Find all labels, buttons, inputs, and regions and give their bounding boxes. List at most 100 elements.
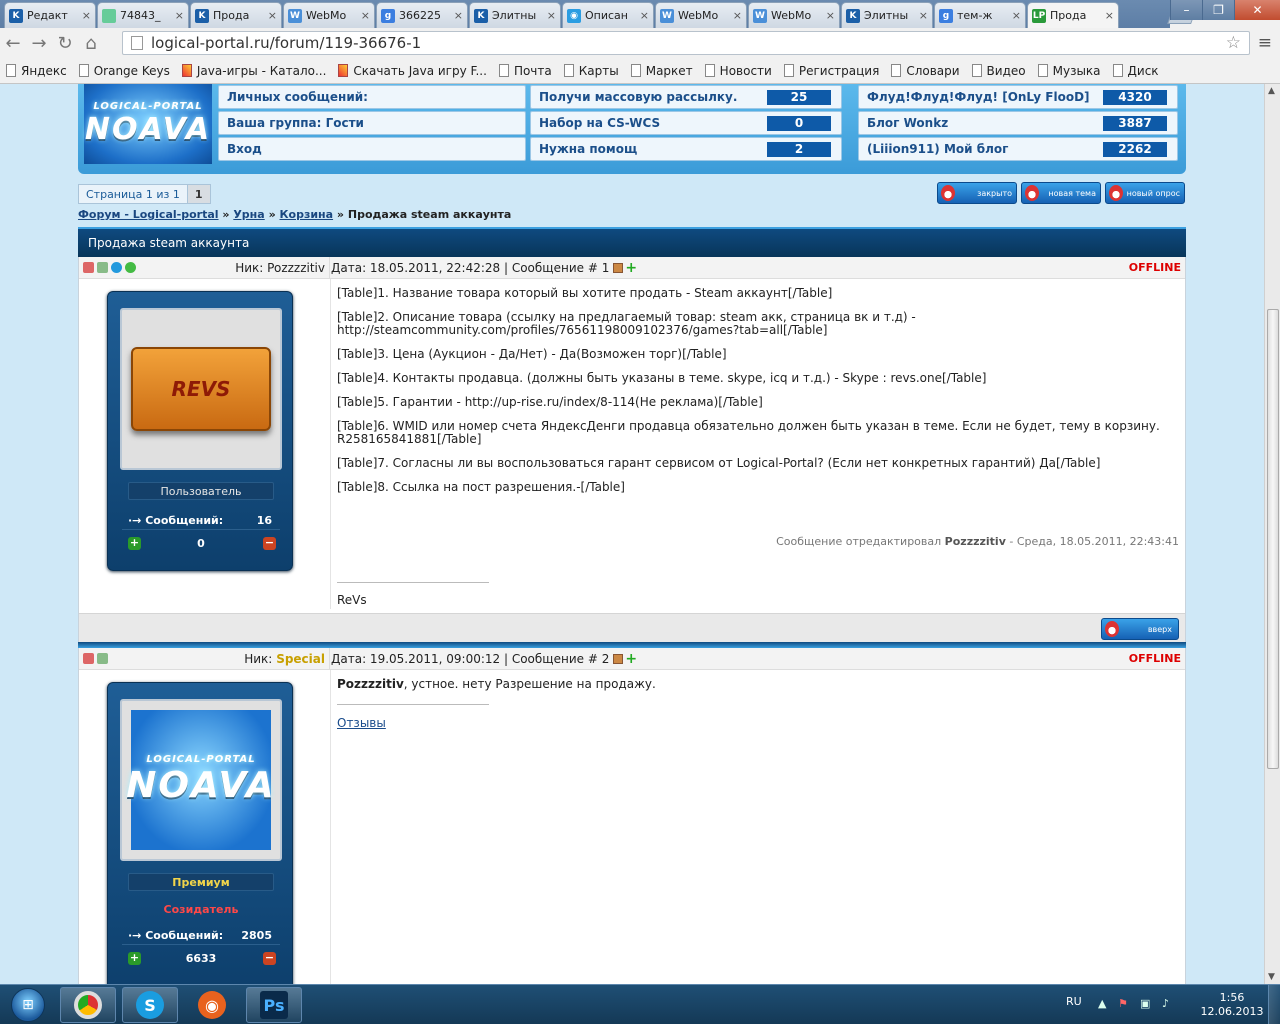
breadcrumb-sep: » xyxy=(336,208,345,221)
scroll-down-icon[interactable]: ▼ xyxy=(1268,972,1275,982)
header-stat-right[interactable]: (Liiion911) Мой блог 2262 xyxy=(858,137,1178,161)
breadcrumb-forum[interactable]: Форум - Logical-portal xyxy=(78,208,219,221)
bookmark-item[interactable]: Orange Keys xyxy=(73,64,176,78)
breadcrumb-urna[interactable]: Урна xyxy=(233,208,264,221)
signature-link[interactable]: Отзывы xyxy=(337,716,386,730)
taskbar-photoshop[interactable]: Ps xyxy=(246,987,302,1023)
header-stat-left[interactable]: Ваша группа: Гости xyxy=(218,111,526,135)
scrollbar[interactable]: ▲ ▼ xyxy=(1264,84,1280,984)
browser-tab[interactable]: W WebMo × xyxy=(655,2,747,28)
browser-tab[interactable]: g тем-ж × xyxy=(934,2,1026,28)
taskbar-skype[interactable]: S xyxy=(122,987,178,1023)
close-window-button[interactable]: ✕ xyxy=(1234,0,1280,20)
close-tab-icon[interactable]: × xyxy=(733,9,742,22)
close-tab-icon[interactable]: × xyxy=(1012,9,1021,22)
gift-icon[interactable] xyxy=(613,654,624,664)
bookmark-item[interactable]: Почта xyxy=(493,64,558,78)
start-button[interactable]: ⊞ xyxy=(2,986,54,1024)
browser-tab[interactable]: W WebMo × xyxy=(283,2,375,28)
maximize-button[interactable]: ❐ xyxy=(1202,0,1234,20)
scroll-up-icon[interactable]: ▲ xyxy=(1268,86,1275,96)
close-tab-icon[interactable]: × xyxy=(361,9,370,22)
closed-topic-button[interactable]: закрыто xyxy=(937,182,1017,204)
close-tab-icon[interactable]: × xyxy=(919,9,928,22)
bookmark-item[interactable]: Новости xyxy=(699,64,778,78)
profile-icon[interactable] xyxy=(83,262,94,273)
forward-icon[interactable]: → xyxy=(26,33,52,54)
language-indicator[interactable]: RU xyxy=(1066,995,1082,1008)
minimize-button[interactable]: – xyxy=(1170,0,1202,20)
close-tab-icon[interactable]: × xyxy=(268,9,277,22)
new-topic-button[interactable]: новая тема xyxy=(1021,182,1101,204)
bookmark-item[interactable]: Словари xyxy=(885,64,965,78)
bookmark-item[interactable]: Видео xyxy=(966,64,1032,78)
profile-icon[interactable] xyxy=(83,653,94,664)
header-stat-mid[interactable]: Нужна помощ 2 xyxy=(530,137,842,161)
taskbar-origin[interactable]: ◉ xyxy=(184,987,240,1023)
close-tab-icon[interactable]: × xyxy=(826,9,835,22)
network-icon[interactable]: ▣ xyxy=(1140,997,1154,1011)
header-stat-mid[interactable]: Набор на CS-WCS 0 xyxy=(530,111,842,135)
reload-icon[interactable]: ↻ xyxy=(52,33,78,54)
close-tab-icon[interactable]: × xyxy=(547,9,556,22)
bookmark-item[interactable]: Регистрация xyxy=(778,64,885,78)
add-icon[interactable]: + xyxy=(625,261,637,275)
page-link-1[interactable]: 1 xyxy=(186,185,210,203)
browser-tab[interactable]: W WebMo × xyxy=(748,2,840,28)
new-poll-button[interactable]: новый опрос xyxy=(1105,182,1185,204)
volume-icon[interactable]: ♪ xyxy=(1162,997,1176,1011)
site-logo[interactable]: LOGICAL-PORTAL NOAVA xyxy=(84,84,212,164)
header-stat-right[interactable]: Флуд!Флуд!Флуд! [OnLy FlooD] 4320 xyxy=(858,85,1178,109)
close-tab-icon[interactable]: × xyxy=(640,9,649,22)
skype-icon[interactable] xyxy=(111,262,122,273)
home-icon[interactable]: ⌂ xyxy=(78,33,104,54)
bookmark-item[interactable]: Яндекс xyxy=(0,64,73,78)
back-icon[interactable]: ← xyxy=(0,33,26,54)
bookmark-item[interactable]: Маркет xyxy=(625,64,699,78)
rep-minus-icon[interactable]: − xyxy=(263,952,276,965)
taskbar-chrome[interactable] xyxy=(60,987,116,1023)
show-hidden-icons[interactable]: ▲ xyxy=(1098,997,1112,1011)
bookmark-star-icon[interactable]: ☆ xyxy=(1226,33,1241,53)
bookmark-item[interactable]: Java-игры - Катало... xyxy=(176,64,333,78)
scroll-thumb[interactable] xyxy=(1267,309,1279,769)
rep-minus-icon[interactable]: − xyxy=(263,537,276,550)
bookmark-item[interactable]: Скачать Java игру F... xyxy=(332,64,493,78)
bookmark-item[interactable]: Диск xyxy=(1107,64,1165,78)
nick-value[interactable]: Pozzzzitiv xyxy=(267,261,325,275)
header-stat-left[interactable]: Вход xyxy=(218,137,526,161)
browser-tab[interactable]: K Элитны × xyxy=(841,2,933,28)
close-tab-icon[interactable]: × xyxy=(82,9,91,22)
up-button[interactable]: вверх xyxy=(1101,618,1179,640)
browser-tab[interactable]: ◉ Описан × xyxy=(562,2,654,28)
browser-tab[interactable]: K Редакт × xyxy=(4,2,96,28)
reputation: +6633− xyxy=(122,949,280,969)
gift-icon[interactable] xyxy=(613,263,624,273)
add-icon[interactable]: + xyxy=(625,652,637,666)
header-stat-mid[interactable]: Получи массовую рассылку. 25 xyxy=(530,85,842,109)
bookmark-item[interactable]: Музыка xyxy=(1032,64,1107,78)
close-tab-icon[interactable]: × xyxy=(175,9,184,22)
icq-icon[interactable] xyxy=(125,262,136,273)
show-desktop-button[interactable] xyxy=(1268,985,1280,1024)
header-stat-left[interactable]: Личных сообщений: xyxy=(218,85,526,109)
browser-tab[interactable]: K Прода × xyxy=(190,2,282,28)
clock[interactable]: 1:56 12.06.2013 xyxy=(1200,991,1264,1019)
nick-value[interactable]: Special xyxy=(276,652,325,666)
chrome-menu-icon[interactable]: ≡ xyxy=(1258,33,1272,53)
browser-tab[interactable]: LP Прода × xyxy=(1027,2,1119,28)
breadcrumb-korzina[interactable]: Корзина xyxy=(280,208,334,221)
browser-tab[interactable]: 74843_ × xyxy=(97,2,189,28)
browser-tab[interactable]: K Элитны × xyxy=(469,2,561,28)
address-bar[interactable]: logical-portal.ru/forum/119-36676-1 ☆ xyxy=(122,31,1250,55)
browser-tab[interactable]: g 366225 × xyxy=(376,2,468,28)
close-tab-icon[interactable]: × xyxy=(454,9,463,22)
header-stat-right[interactable]: Блог Wonkz 3887 xyxy=(858,111,1178,135)
close-tab-icon[interactable]: × xyxy=(1105,9,1114,22)
quoted-nick[interactable]: Pozzzzitiv xyxy=(337,677,404,691)
pm-icon[interactable] xyxy=(97,262,108,273)
pm-icon[interactable] xyxy=(97,653,108,664)
stat-label: Личных сообщений: xyxy=(227,90,368,104)
action-center-icon[interactable]: ⚑ xyxy=(1118,997,1132,1011)
bookmark-item[interactable]: Карты xyxy=(558,64,625,78)
